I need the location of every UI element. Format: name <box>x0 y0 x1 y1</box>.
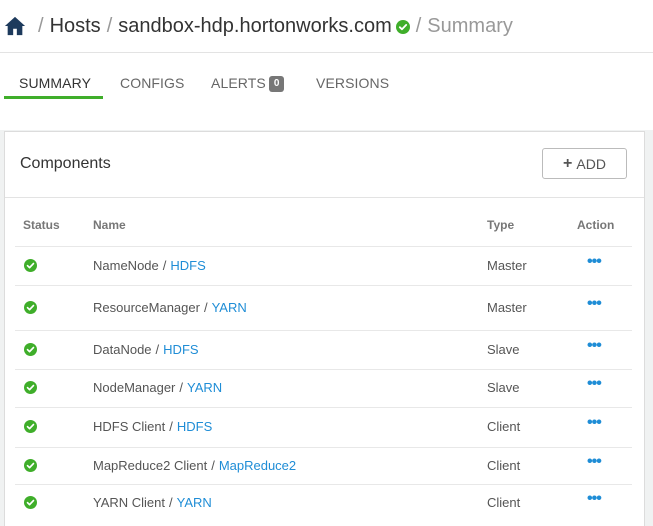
tab-versions[interactable]: VERSIONS <box>316 75 389 91</box>
panel-title: Components <box>20 155 111 172</box>
breadcrumb-separator: / <box>106 14 113 37</box>
plus-icon: + <box>563 154 573 172</box>
component-type: Slave <box>487 342 520 357</box>
component-name: NameNode / HDFS <box>93 258 206 273</box>
service-link[interactable]: HDFS <box>163 342 198 357</box>
breadcrumb-hosts-link[interactable]: Hosts <box>50 15 101 38</box>
more-actions-icon[interactable]: ••• <box>587 453 602 471</box>
tab-summary[interactable]: SUMMARY <box>19 75 91 91</box>
service-link[interactable]: MapReduce2 <box>219 458 296 473</box>
more-actions-icon[interactable]: ••• <box>587 414 602 432</box>
alerts-count-badge: 0 <box>268 76 285 93</box>
component-type: Client <box>487 458 521 473</box>
status-ok-icon <box>24 459 37 472</box>
status-ok-icon <box>24 381 37 394</box>
active-tab-indicator <box>4 96 103 99</box>
component-separator: / <box>203 300 208 315</box>
check-circle-icon <box>395 20 410 34</box>
component-name: HDFS Client / HDFS <box>93 419 212 434</box>
component-separator: / <box>179 380 184 395</box>
component-name: MapReduce2 Client / MapReduce2 <box>93 458 296 473</box>
status-ok-icon <box>24 420 37 433</box>
table-row: HDFS Client / HDFS Client ••• <box>15 407 632 448</box>
status-ok-icon <box>24 343 37 356</box>
service-link[interactable]: HDFS <box>177 419 212 434</box>
home-icon[interactable] <box>4 15 26 37</box>
component-name: YARN Client / YARN <box>93 495 212 510</box>
component-separator: / <box>211 458 215 473</box>
table-row: ResourceManager / YARN Master ••• <box>15 285 632 331</box>
status-ok-icon <box>24 301 37 314</box>
column-header-action: Action <box>577 218 615 232</box>
top-header: / Hosts / sandbox-hdp.hortonworks.com / … <box>0 0 653 53</box>
status-ok-icon <box>24 496 37 509</box>
tab-bar: SUMMARY CONFIGS ALERTS 0 VERSIONS <box>0 53 653 130</box>
table-row: NameNode / HDFS Master ••• <box>15 246 632 286</box>
component-separator: / <box>162 258 167 273</box>
component-label: ResourceManager <box>93 300 200 315</box>
more-actions-icon[interactable]: ••• <box>587 295 602 313</box>
more-actions-icon[interactable]: ••• <box>587 490 602 508</box>
breadcrumb: / Hosts / sandbox-hdp.hortonworks.com / … <box>4 12 513 40</box>
tab-alerts[interactable]: ALERTS 0 <box>211 75 285 93</box>
component-label: NameNode <box>93 258 159 273</box>
table-row: MapReduce2 Client / MapReduce2 Client ••• <box>15 447 632 485</box>
component-label: MapReduce2 Client <box>93 458 208 473</box>
column-header-type: Type <box>487 218 515 232</box>
column-header-name: Name <box>93 218 126 232</box>
service-link[interactable]: YARN <box>187 380 222 395</box>
component-separator: / <box>155 342 160 357</box>
table-row: NodeManager / YARN Slave ••• <box>15 369 632 408</box>
component-separator: / <box>169 419 173 434</box>
service-link[interactable]: YARN <box>177 495 212 510</box>
breadcrumb-host-link[interactable]: sandbox-hdp.hortonworks.com <box>118 15 391 38</box>
component-label: NodeManager <box>93 380 176 395</box>
breadcrumb-separator: / <box>415 14 422 37</box>
more-actions-icon[interactable]: ••• <box>587 253 602 271</box>
add-component-button[interactable]: + ADD <box>542 148 627 179</box>
more-actions-icon[interactable]: ••• <box>587 337 602 355</box>
component-type: Client <box>487 495 521 510</box>
add-button-label: ADD <box>576 155 606 172</box>
component-type: Master <box>487 258 527 273</box>
component-name: DataNode / HDFS <box>93 342 199 357</box>
table-row: YARN Client / YARN Client ••• <box>15 484 632 523</box>
component-name: ResourceManager / YARN <box>93 300 247 315</box>
tab-configs[interactable]: CONFIGS <box>120 75 184 91</box>
component-name: NodeManager / YARN <box>93 380 222 395</box>
tab-alerts-label: ALERTS <box>211 75 266 91</box>
component-type: Master <box>487 300 527 315</box>
component-type: Slave <box>487 380 520 395</box>
column-header-status: Status <box>23 218 60 232</box>
component-label: YARN Client <box>93 495 166 510</box>
component-separator: / <box>169 495 173 510</box>
components-panel-header: Components + ADD <box>5 132 644 198</box>
component-label: HDFS Client <box>93 419 166 434</box>
table-row: DataNode / HDFS Slave ••• <box>15 330 632 370</box>
service-link[interactable]: YARN <box>212 300 247 315</box>
component-label: DataNode <box>93 342 152 357</box>
service-link[interactable]: HDFS <box>170 258 205 273</box>
more-actions-icon[interactable]: ••• <box>587 375 602 393</box>
status-ok-icon <box>24 259 37 272</box>
breadcrumb-separator: / <box>38 14 44 37</box>
component-type: Client <box>487 419 521 434</box>
components-panel: Components + ADD Status Name Type Action… <box>4 131 645 526</box>
breadcrumb-current: Summary <box>427 14 513 37</box>
